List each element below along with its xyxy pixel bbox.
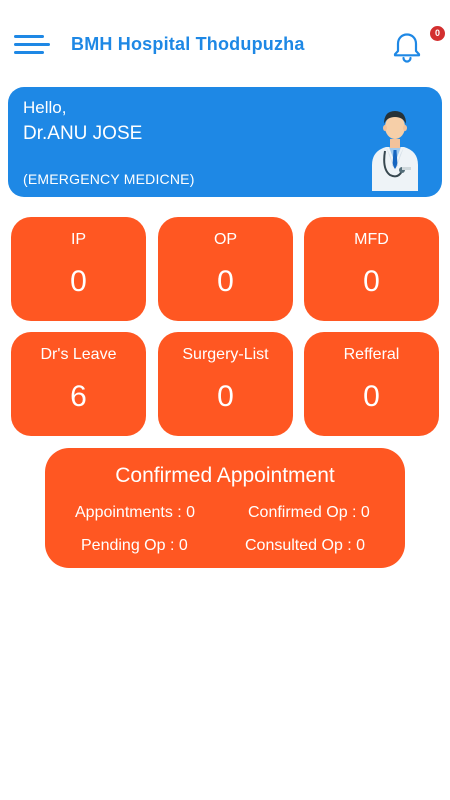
appointment-card-title: Confirmed Appointment bbox=[115, 464, 335, 487]
menu-line bbox=[14, 43, 50, 46]
confirmed-op-count: Confirmed Op : 0 bbox=[248, 504, 370, 521]
confirmed-appointment-card[interactable]: Confirmed Appointment Appointments : 0 C… bbox=[45, 448, 405, 568]
bell-icon[interactable] bbox=[390, 30, 424, 64]
tile-op[interactable]: OP 0 bbox=[158, 217, 293, 321]
menu-line bbox=[14, 51, 44, 54]
greeting: Hello, bbox=[23, 98, 67, 117]
tile-value: 0 bbox=[70, 265, 87, 298]
appointments-count: Appointments : 0 bbox=[75, 504, 196, 521]
pending-op-count: Pending Op : 0 bbox=[81, 537, 188, 554]
tile-drs-leave[interactable]: Dr's Leave 6 bbox=[11, 332, 146, 436]
profile-card: Hello, Dr.ANU JOSE (EMERGENCY MEDICNE) bbox=[8, 87, 442, 197]
doctor-name: Dr.ANU JOSE bbox=[23, 123, 143, 144]
menu-icon[interactable] bbox=[14, 32, 52, 58]
tile-value: 6 bbox=[70, 380, 87, 413]
tile-value: 0 bbox=[217, 380, 234, 413]
tile-label: MFD bbox=[354, 231, 389, 248]
bell-icon-svg bbox=[393, 33, 421, 63]
tile-value: 0 bbox=[363, 265, 380, 298]
app-bar: BMH Hospital Thodupuzha 0 bbox=[0, 0, 450, 88]
doctor-avatar-icon bbox=[368, 105, 422, 191]
tile-ip[interactable]: IP 0 bbox=[11, 217, 146, 321]
department: (EMERGENCY MEDICNE) bbox=[23, 171, 195, 187]
tile-refferal[interactable]: Refferal 0 bbox=[304, 332, 439, 436]
tile-mfd[interactable]: MFD 0 bbox=[304, 217, 439, 321]
menu-line bbox=[14, 35, 44, 38]
tile-value: 0 bbox=[363, 380, 380, 413]
tile-value: 0 bbox=[217, 265, 234, 298]
tile-surgery-list[interactable]: Surgery-List 0 bbox=[158, 332, 293, 436]
consulted-op-count: Consulted Op : 0 bbox=[245, 537, 366, 554]
tile-label: IP bbox=[70, 231, 87, 248]
notification-badge: 0 bbox=[430, 26, 445, 41]
tile-label: Surgery-List bbox=[182, 346, 269, 363]
tile-label: OP bbox=[213, 231, 238, 248]
tile-label: Dr's Leave bbox=[40, 346, 117, 363]
tile-label: Refferal bbox=[343, 346, 400, 363]
app-title: BMH Hospital Thodupuzha bbox=[71, 34, 305, 54]
